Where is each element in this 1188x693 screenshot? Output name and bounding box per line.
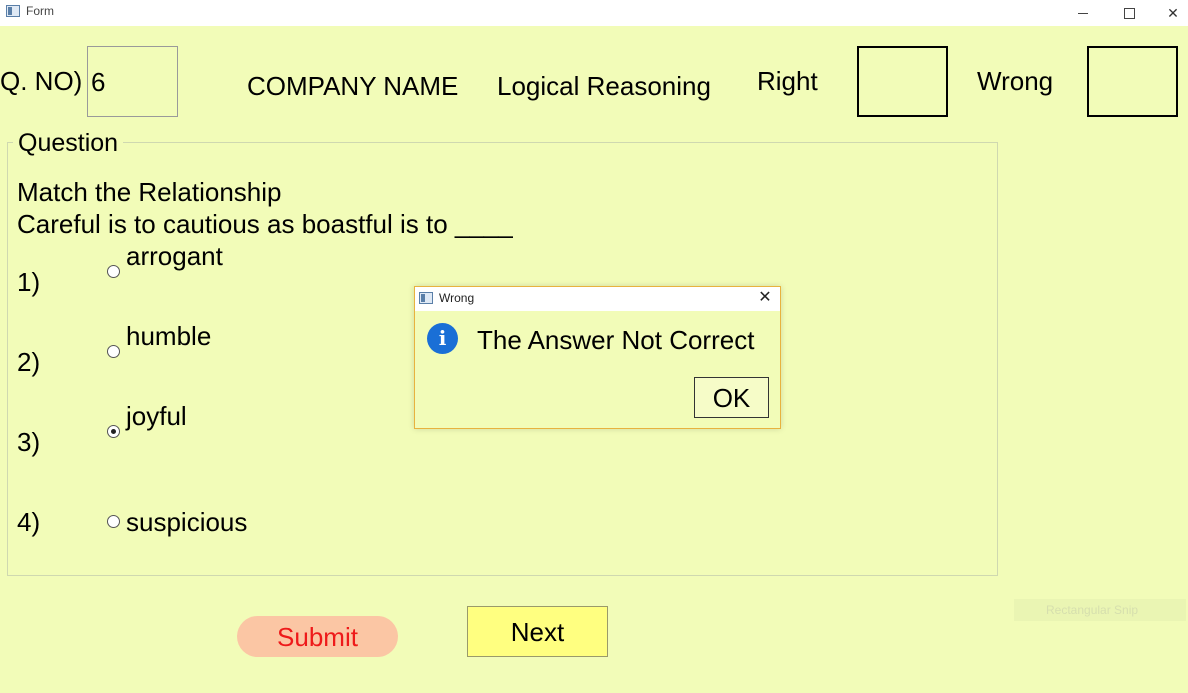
dialog-titlebar: Wrong ✕ [415, 287, 780, 311]
wrong-count-field [1087, 46, 1178, 117]
option-2-radio[interactable] [107, 345, 120, 358]
window-title: Form [26, 4, 54, 18]
dialog-title: Wrong [439, 291, 475, 305]
minimize-icon [1078, 12, 1088, 14]
question-number-label: Q. NO) [0, 66, 83, 96]
wrong-count-label: Wrong [977, 66, 1054, 96]
wrong-answer-dialog: Wrong ✕ i The Answer Not Correct OK [414, 286, 781, 429]
next-button[interactable]: Next [467, 606, 608, 657]
question-text: Careful is to cautious as boastful is to… [17, 209, 513, 239]
minimize-button[interactable] [1060, 0, 1106, 26]
option-3-radio[interactable] [107, 425, 120, 438]
category-label: Logical Reasoning [497, 71, 711, 101]
info-icon: i [427, 323, 458, 354]
option-4-label[interactable]: suspicious [126, 507, 247, 538]
maximize-button[interactable] [1106, 0, 1152, 26]
question-heading: Match the Relationship [17, 177, 282, 207]
option-2-number: 2) [17, 347, 41, 377]
window-titlebar: Form ✕ [0, 0, 1188, 26]
submit-button[interactable]: Submit [237, 616, 398, 657]
app-icon [6, 5, 20, 17]
rectangular-snip-ghost: Rectangular Snip [1014, 599, 1186, 621]
dialog-message: The Answer Not Correct [477, 325, 755, 355]
option-4-radio[interactable] [107, 515, 120, 528]
dialog-close-icon[interactable]: ✕ [756, 289, 774, 307]
ok-button[interactable]: OK [694, 377, 769, 418]
close-icon: ✕ [1167, 4, 1179, 21]
company-name: COMPANY NAME [247, 71, 459, 101]
question-number-field[interactable]: 6 [87, 46, 178, 117]
maximize-icon [1123, 7, 1135, 19]
right-count-label: Right [757, 66, 818, 96]
dialog-app-icon [419, 292, 433, 304]
close-button[interactable]: ✕ [1150, 0, 1188, 26]
option-3-number: 3) [17, 427, 41, 457]
option-2-label[interactable]: humble [126, 321, 211, 352]
right-count-field [857, 46, 948, 117]
option-1-radio[interactable] [107, 265, 120, 278]
option-1-number: 1) [17, 267, 41, 297]
option-3-label[interactable]: joyful [126, 401, 187, 432]
question-group-title: Question [13, 129, 124, 158]
option-4-number: 4) [17, 507, 41, 537]
option-1-label[interactable]: arrogant [126, 241, 223, 272]
